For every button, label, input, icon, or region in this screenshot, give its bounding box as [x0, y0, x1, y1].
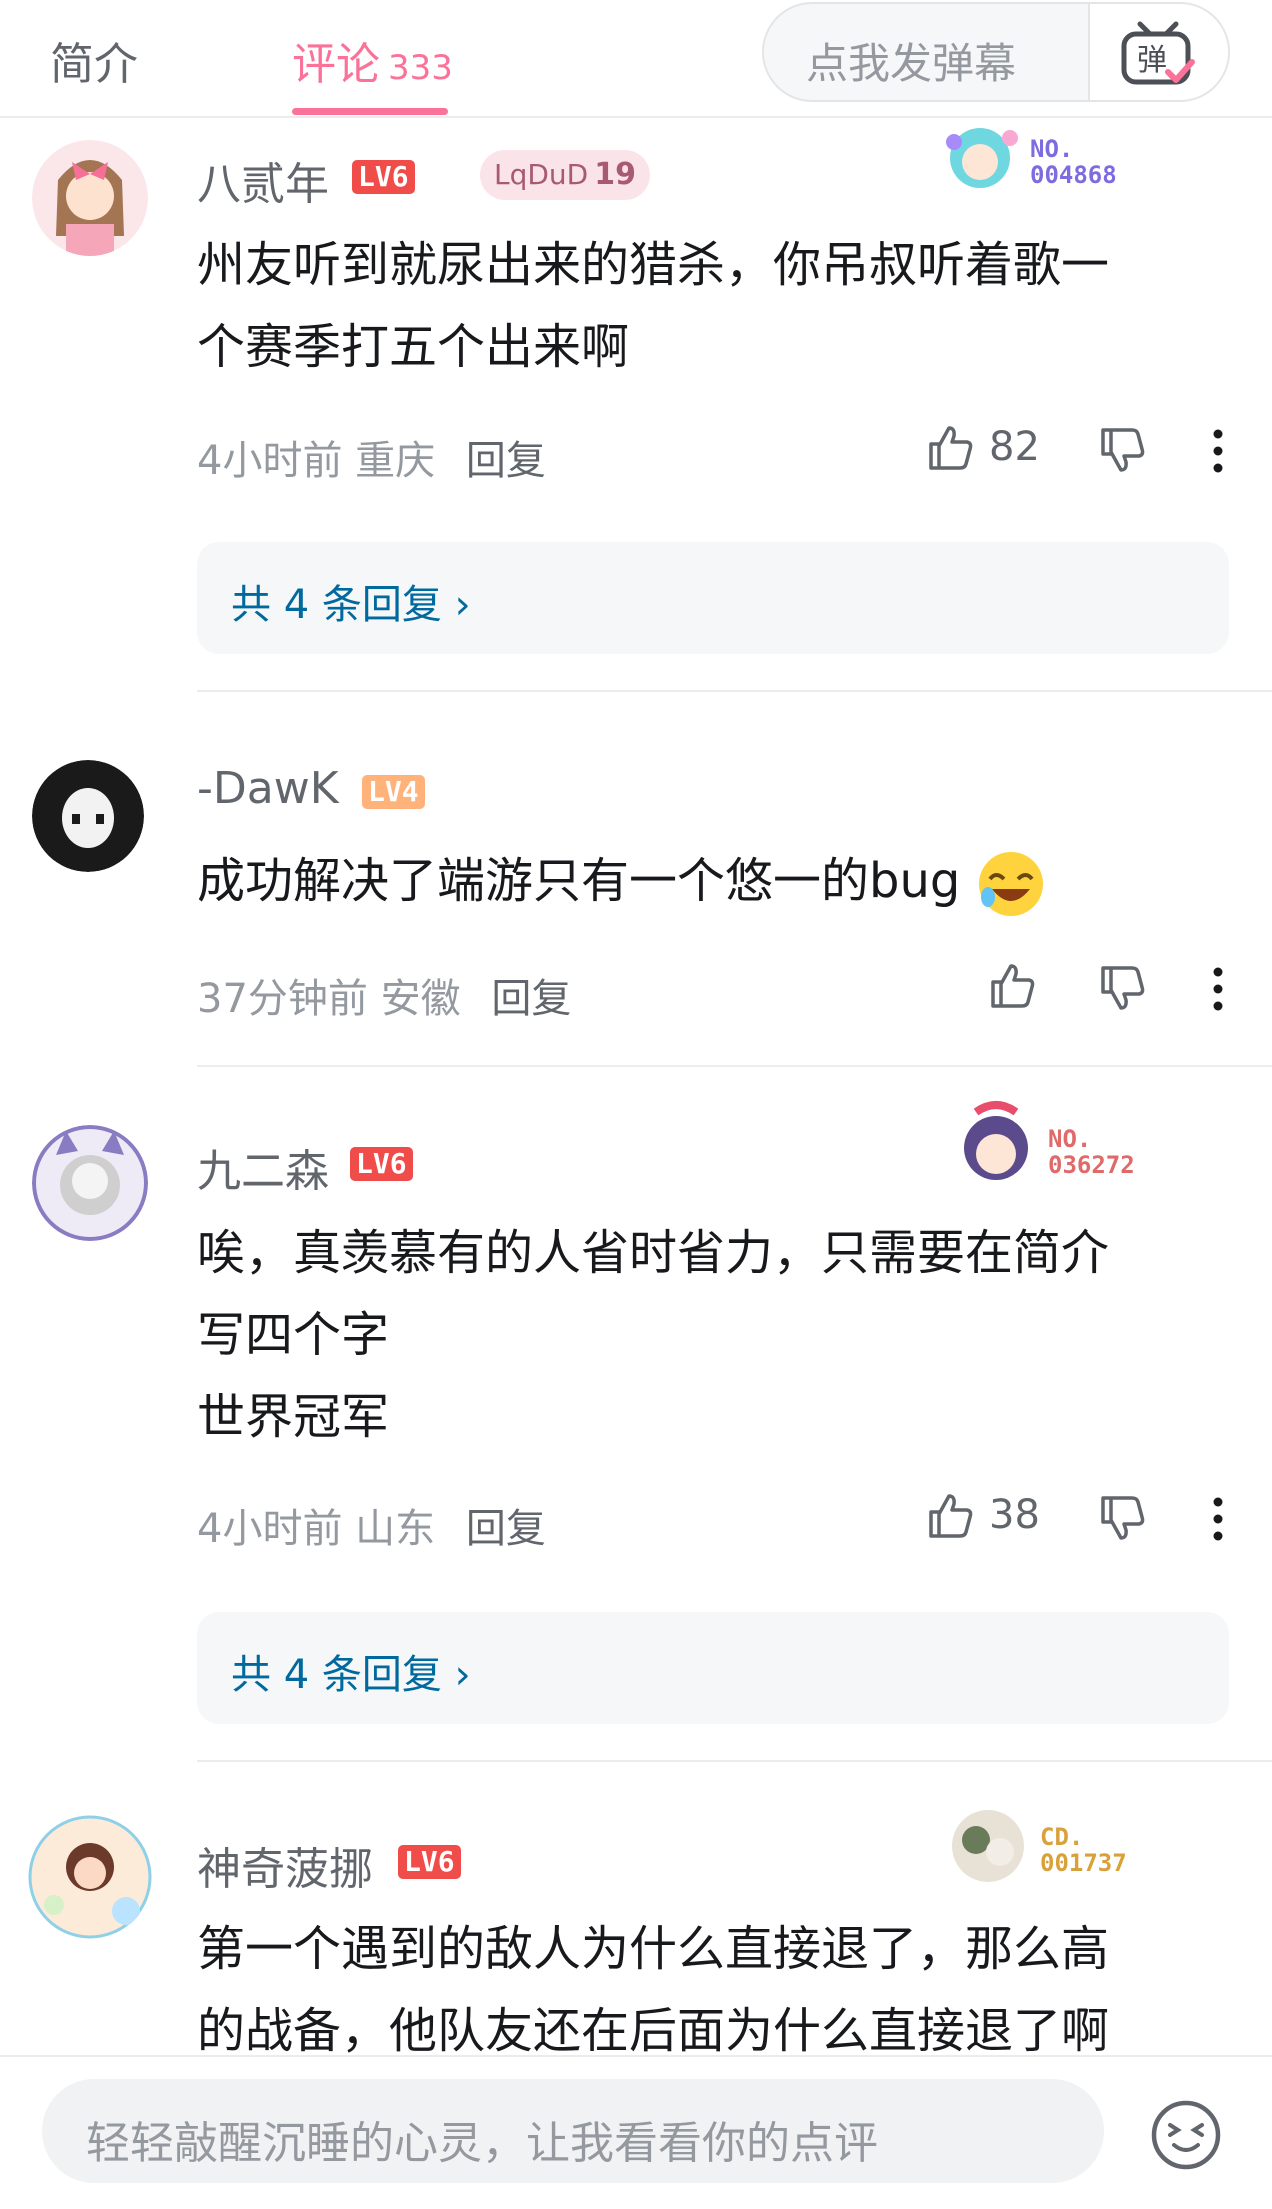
avatar[interactable]	[28, 1815, 152, 1939]
dislike-button[interactable]	[1097, 1494, 1147, 1548]
danmaku-placeholder: 点我发弹幕	[806, 39, 1017, 88]
active-tab-indicator	[292, 108, 448, 115]
reply-button[interactable]: 回复	[466, 438, 546, 484]
thumbs-down-icon	[1101, 1496, 1145, 1540]
username[interactable]: -DawK	[197, 763, 339, 814]
level-badge: LV4	[362, 775, 425, 809]
fan-badge-name: LqDuD	[494, 158, 589, 191]
username[interactable]: 九二森	[197, 1135, 329, 1199]
username[interactable]: 神奇菠挪	[197, 1833, 373, 1897]
comment-meta: 4小时前 重庆 回复	[197, 428, 546, 486]
thumbs-up-icon	[991, 964, 1035, 1008]
decoration-number: CD. 001737	[1040, 1823, 1127, 1877]
comment-location: 重庆	[355, 438, 436, 484]
fan-badge-level: 19	[594, 157, 636, 192]
comment-input-bar: 轻轻敲醒沉睡的心灵，让我看看你的点评	[0, 2055, 1272, 2209]
level-badge: LV6	[398, 1845, 461, 1879]
thumbs-down-icon	[1101, 428, 1145, 472]
username[interactable]: 八贰年	[197, 148, 329, 212]
decoration-number: NO. 036272	[1048, 1125, 1135, 1179]
like-button[interactable]: 38	[925, 1490, 1040, 1540]
tab-intro[interactable]: 简介	[50, 28, 138, 92]
thumbs-up-icon	[929, 1494, 973, 1538]
view-replies-button[interactable]: 共 4 条回复 ›	[197, 542, 1229, 654]
comment-meta: 37分钟前 安徽 回复	[197, 966, 571, 1024]
comment-time: 37分钟前	[197, 976, 368, 1022]
like-count: 38	[989, 1492, 1040, 1538]
avatar[interactable]	[32, 760, 144, 872]
fan-badge[interactable]: LqDuD 19	[480, 150, 650, 200]
comment-divider	[197, 690, 1272, 692]
comment-divider	[197, 1760, 1272, 1762]
comment-input-placeholder: 轻轻敲醒沉睡的心灵，让我看看你的点评	[86, 2118, 878, 2169]
comment-text: 州友听到就尿出来的猎杀，你吊叔听着歌一 个赛季打五个出来啊	[197, 237, 1110, 375]
thumbs-down-icon	[1101, 966, 1145, 1010]
avatar-decoration-card: CD. 001737	[940, 1800, 1180, 1890]
like-button[interactable]	[987, 960, 1037, 1010]
danmaku-icon: 弹	[1121, 21, 1195, 85]
view-replies-button[interactable]: 共 4 条回复 ›	[197, 1612, 1229, 1724]
replies-count-label: 共 4 条回复 ›	[231, 582, 471, 628]
comment-meta: 4小时前 山东 回复	[197, 1496, 546, 1554]
laughing-emoji-icon	[978, 852, 1043, 916]
comment-time: 4小时前	[197, 1506, 343, 1552]
comment-text: 唉，真羡慕有的人省时省力，只需要在简介 写四个字 世界冠军	[197, 1225, 1110, 1445]
avatar[interactable]	[32, 1125, 148, 1241]
like-button[interactable]: 82	[925, 422, 1040, 472]
thumbs-up-icon	[929, 426, 973, 470]
dislike-button[interactable]	[1097, 426, 1147, 480]
level-badge: LV6	[352, 160, 415, 194]
comment-input[interactable]: 轻轻敲醒沉睡的心灵，让我看看你的点评	[42, 2079, 1104, 2183]
more-options-icon[interactable]	[1210, 428, 1226, 478]
danmaku-input[interactable]: 点我发弹幕 弹	[762, 2, 1230, 102]
comment-divider	[197, 1065, 1272, 1067]
comment-text: 第一个遇到的敌人为什么直接退了，那么高 的战备，他队友还在后面为什么直接退了啊	[197, 1921, 1110, 2059]
avatar-decoration-card: NO. 036272	[948, 1100, 1188, 1190]
emoji-button[interactable]	[1150, 2099, 1222, 2175]
decoration-number: NO. 004868	[1030, 135, 1117, 189]
more-options-icon[interactable]	[1210, 1496, 1226, 1546]
comment-location: 山东	[355, 1506, 436, 1552]
avatar[interactable]	[32, 140, 148, 256]
avatar-decoration-card: NO. 004868	[930, 118, 1170, 198]
tab-comments-label: 评论	[292, 39, 380, 90]
emoji-icon	[1151, 2100, 1221, 2170]
comment-text: 成功解决了端游只有一个悠一的bug	[197, 840, 1237, 922]
level-badge: LV6	[350, 1147, 413, 1181]
danmaku-icon-glyph: 弹	[1137, 43, 1167, 78]
replies-count-label: 共 4 条回复 ›	[231, 1652, 471, 1698]
comment-location: 安徽	[380, 976, 461, 1022]
tab-comments[interactable]: 评论 333	[292, 28, 453, 92]
comment-time: 4小时前	[197, 438, 343, 484]
top-tab-bar: 简介 评论 333 点我发弹幕 弹	[0, 0, 1272, 118]
like-count: 82	[989, 424, 1040, 470]
more-options-icon[interactable]	[1210, 966, 1226, 1016]
comments-count: 333	[388, 48, 453, 88]
reply-button[interactable]: 回复	[491, 976, 571, 1022]
danmaku-toggle-button[interactable]: 弹	[1088, 4, 1228, 100]
dislike-button[interactable]	[1097, 964, 1147, 1018]
reply-button[interactable]: 回复	[466, 1506, 546, 1552]
